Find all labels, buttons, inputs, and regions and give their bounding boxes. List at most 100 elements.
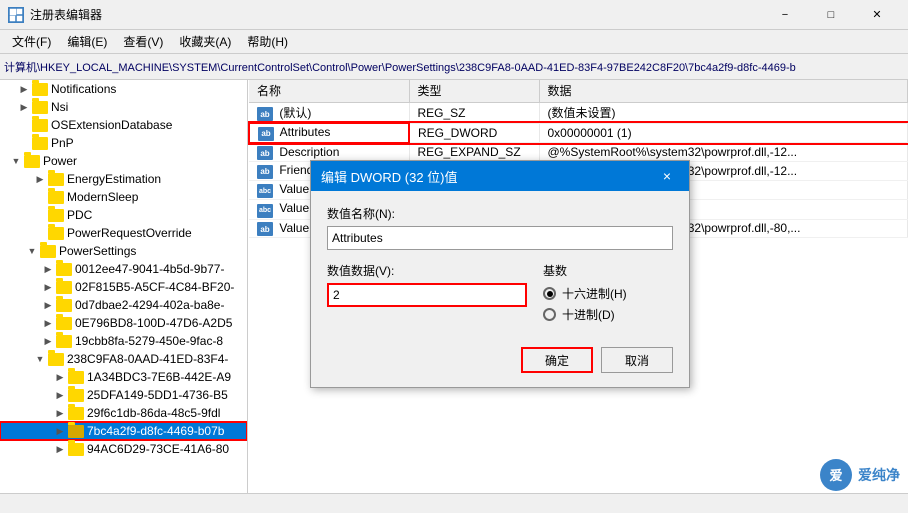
tree-item-nsi[interactable]: ▶ Nsi	[0, 98, 247, 116]
reg-data-cell: @%SystemRoot%\system32\powrprof.dll,-12.…	[539, 143, 908, 162]
expand-icon: ▶	[52, 441, 68, 457]
tree-item-key3[interactable]: ▶ 0d7dbae2-4294-402a-ba8e-	[0, 296, 247, 314]
reg-data-cell: (数值未设置)	[539, 102, 908, 123]
window-controls: − □ ✕	[762, 0, 900, 30]
table-row[interactable]: ab Description REG_EXPAND_SZ @%SystemRoo…	[249, 143, 908, 162]
folder-icon	[56, 299, 72, 312]
expand-icon: ▼	[32, 351, 48, 367]
tree-item-sub4[interactable]: ▶ 7bc4a2f9-d8fc-4469-b07b	[0, 422, 247, 440]
tree-label-sub3: 29f6c1db-86da-48c5-9fdl	[87, 406, 220, 420]
expand-icon	[16, 117, 32, 133]
tree-label-key4: 0E796BD8-100D-47D6-A2D5	[75, 316, 232, 330]
table-row[interactable]: ab (默认) REG_SZ (数值未设置)	[249, 102, 908, 123]
field-name-input[interactable]	[327, 226, 673, 250]
tree-item-powerrequestoverride[interactable]: PowerRequestOverride	[0, 224, 247, 242]
tree-item-osextension[interactable]: OSExtensionDatabase	[0, 116, 247, 134]
folder-icon	[68, 425, 84, 438]
svg-text:爱: 爱	[829, 468, 842, 483]
watermark-logo: 爱	[820, 459, 852, 491]
expand-icon: ▶	[52, 423, 68, 439]
close-button[interactable]: ✕	[854, 0, 900, 30]
reg-type-icon: abc	[257, 204, 273, 218]
expand-icon: ▶	[52, 369, 68, 385]
menu-help[interactable]: 帮助(H)	[239, 31, 296, 52]
tree-item-key4[interactable]: ▶ 0E796BD8-100D-47D6-A2D5	[0, 314, 247, 332]
expand-icon	[32, 207, 48, 223]
reg-name-cell: ab Attributes	[249, 123, 409, 143]
dialog-buttons: 确定 取消	[327, 343, 673, 373]
title-bar: 注册表编辑器 − □ ✕	[0, 0, 908, 30]
tree-item-notifications[interactable]: ▶ Notifications	[0, 80, 247, 98]
tree-item-sub1[interactable]: ▶ 1A34BDC3-7E6B-442E-A9	[0, 368, 247, 386]
reg-name: Attributes	[280, 125, 331, 139]
reg-type-icon: ab	[257, 107, 273, 121]
tree-item-powersettings[interactable]: ▼ PowerSettings	[0, 242, 247, 260]
menu-edit[interactable]: 编辑(E)	[59, 31, 115, 52]
expand-icon: ▶	[52, 405, 68, 421]
tree-item-key2[interactable]: ▶ 02F815B5-A5CF-4C84-BF20-	[0, 278, 247, 296]
folder-icon	[32, 119, 48, 132]
expand-icon	[16, 135, 32, 151]
expand-icon: ▶	[16, 81, 32, 97]
registry-tree: ▶ Notifications ▶ Nsi OSExtensionDatabas…	[0, 80, 248, 513]
tree-item-sub3[interactable]: ▶ 29f6c1db-86da-48c5-9fdl	[0, 404, 247, 422]
expand-icon: ▶	[40, 297, 56, 313]
field-data-label: 数值数据(V):	[327, 262, 527, 279]
tree-item-key5[interactable]: ▶ 19cbb8fa-5279-450e-9fac-8	[0, 332, 247, 350]
tree-item-sub5[interactable]: ▶ 94AC6D29-73CE-41A6-80	[0, 440, 247, 458]
tree-item-pdc[interactable]: PDC	[0, 206, 247, 224]
radio-hex[interactable]: 十六进制(H)	[543, 285, 673, 302]
table-row[interactable]: ab Attributes REG_DWORD 0x00000001 (1)	[249, 123, 908, 143]
tree-label-notifications: Notifications	[51, 82, 116, 96]
dialog-body: 数值名称(N): 数值数据(V): 基数 十六进制(H) 十进制(D) 确定	[311, 191, 689, 387]
expand-icon: ▶	[40, 333, 56, 349]
folder-icon	[48, 173, 64, 186]
tree-item-modernsleep[interactable]: ModernSleep	[0, 188, 247, 206]
radio-dec-circle	[543, 308, 556, 321]
folder-icon	[56, 281, 72, 294]
menu-view[interactable]: 查看(V)	[115, 31, 171, 52]
tree-label-sub5: 94AC6D29-73CE-41A6-80	[87, 442, 229, 456]
tree-label-sub1: 1A34BDC3-7E6B-442E-A9	[87, 370, 231, 384]
radio-dec-label: 十进制(D)	[562, 306, 615, 323]
tree-item-key1[interactable]: ▶ 0012ee47-9041-4b5d-9b77-	[0, 260, 247, 278]
value-section: 数值数据(V):	[327, 262, 527, 307]
tree-label-key2: 02F815B5-A5CF-4C84-BF20-	[75, 280, 234, 294]
tree-scroll-area[interactable]: ▶ Notifications ▶ Nsi OSExtensionDatabas…	[0, 80, 247, 513]
reg-type-icon: ab	[257, 222, 273, 236]
expand-icon: ▼	[8, 153, 24, 169]
dialog-close-button[interactable]: ×	[655, 164, 679, 188]
folder-icon	[32, 101, 48, 114]
field-name-label: 数值名称(N):	[327, 205, 673, 222]
folder-icon	[56, 335, 72, 348]
tree-item-key6[interactable]: ▼ 238C9FA8-0AAD-41ED-83F4-	[0, 350, 247, 368]
folder-icon	[68, 371, 84, 384]
field-data-input[interactable]	[327, 283, 527, 307]
tree-item-sub2[interactable]: ▶ 25DFA149-5DD1-4736-B5	[0, 386, 247, 404]
window-title: 注册表编辑器	[30, 6, 762, 23]
folder-icon	[56, 263, 72, 276]
reg-type-icon: ab	[257, 146, 273, 160]
tree-item-energyestimation[interactable]: ▶ EnergyEstimation	[0, 170, 247, 188]
maximize-button[interactable]: □	[808, 0, 854, 30]
tree-item-power[interactable]: ▼ Power	[0, 152, 247, 170]
dialog-value-row: 数值数据(V): 基数 十六进制(H) 十进制(D)	[327, 262, 673, 327]
minimize-button[interactable]: −	[762, 0, 808, 30]
folder-icon	[48, 191, 64, 204]
col-name[interactable]: 名称	[249, 80, 409, 102]
col-data[interactable]: 数据	[539, 80, 908, 102]
reg-name: Description	[279, 145, 339, 159]
menu-file[interactable]: 文件(F)	[4, 31, 59, 52]
menu-favorites[interactable]: 收藏夹(A)	[171, 31, 239, 52]
cancel-button[interactable]: 取消	[601, 347, 673, 373]
radio-dec[interactable]: 十进制(D)	[543, 306, 673, 323]
radio-hex-circle	[543, 287, 556, 300]
col-type[interactable]: 类型	[409, 80, 539, 102]
reg-name-cell: ab (默认)	[249, 102, 409, 123]
folder-icon	[40, 245, 56, 258]
folder-icon	[56, 317, 72, 330]
ok-button[interactable]: 确定	[521, 347, 593, 373]
tree-label-key3: 0d7dbae2-4294-402a-ba8e-	[75, 298, 224, 312]
tree-label-key6: 238C9FA8-0AAD-41ED-83F4-	[67, 352, 228, 366]
tree-item-pnp[interactable]: PnP	[0, 134, 247, 152]
